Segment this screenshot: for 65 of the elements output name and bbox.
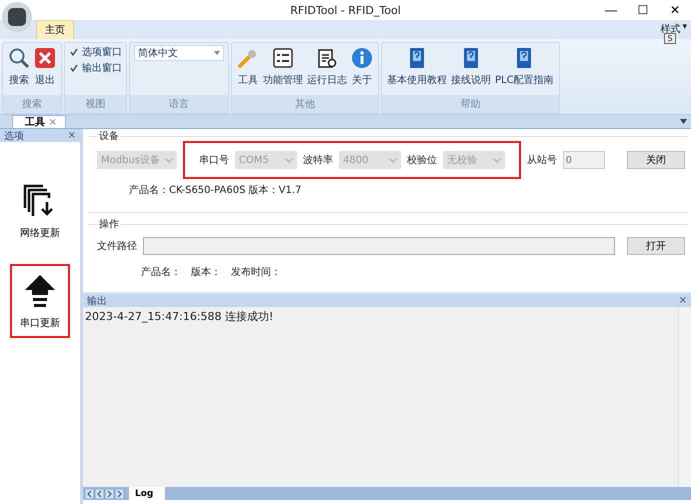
product-info: 产品名：CK-S650-PA60S 版本：V1.7 xyxy=(129,184,302,197)
app-logo-icon[interactable] xyxy=(2,2,32,32)
ribbon-tab[interactable]: 主页 xyxy=(36,20,74,39)
ribbon-button[interactable]: 功能管理 xyxy=(262,45,304,93)
field-label: 文件路径 xyxy=(97,240,137,253)
scrollbar[interactable] xyxy=(678,307,691,487)
option-item[interactable]: 网络更新 xyxy=(10,174,70,248)
caret-icon xyxy=(165,158,173,162)
caret-icon xyxy=(493,158,501,162)
key-tip: S xyxy=(664,33,676,44)
group-title: 操作 xyxy=(98,218,120,231)
window-control-button[interactable]: — xyxy=(595,0,627,20)
file-path-input[interactable] xyxy=(143,237,615,255)
log-tab[interactable]: Log xyxy=(129,487,166,500)
group-label: 视图 xyxy=(65,95,126,113)
field-label: 波特率 xyxy=(303,154,333,167)
ribbon-button[interactable]: 关于 xyxy=(350,45,374,93)
caret-icon[interactable] xyxy=(680,119,687,124)
group-title: 设备 xyxy=(98,130,120,143)
ribbon-checkbox[interactable]: 选项窗口 xyxy=(69,45,122,59)
ribbon-button[interactable]: 运行日志 xyxy=(306,45,348,93)
close-port-button[interactable]: 关闭 xyxy=(627,151,685,169)
caret-icon[interactable]: ▾ xyxy=(682,22,687,32)
field-label: 从站号 xyxy=(527,154,557,167)
window-control-button[interactable]: ✕ xyxy=(659,0,691,20)
search-icon xyxy=(8,47,30,69)
info-label: 产品名： xyxy=(141,266,181,279)
checkbox[interactable] xyxy=(69,47,79,57)
tab-navigation-icon[interactable] xyxy=(85,488,125,498)
group-label: 语言 xyxy=(130,95,228,113)
window-control-button[interactable]: ☐ xyxy=(627,0,659,20)
caret-icon xyxy=(389,158,397,162)
ribbon-button[interactable]: 接线说明 xyxy=(450,45,492,93)
checkbox[interactable] xyxy=(69,63,79,73)
ribbon-button[interactable]: PLC配置指南 xyxy=(494,45,555,93)
panel-title: 选项 xyxy=(4,130,24,142)
option-item[interactable]: 串口更新 xyxy=(10,264,70,338)
document-gear-icon xyxy=(316,47,338,69)
info-icon xyxy=(351,47,373,69)
ribbon-button[interactable]: 基本使用教程 xyxy=(386,45,448,93)
caret-icon xyxy=(285,158,293,162)
panel-title: 输出 xyxy=(87,294,107,308)
language-dropdown[interactable]: 简体中文 xyxy=(134,45,224,61)
style-menu[interactable]: 样式 xyxy=(660,22,680,36)
list-icon xyxy=(272,47,294,69)
log-line: 2023-4-27_15:47:16:588 连接成功! xyxy=(85,309,274,324)
window-title: RFIDTool - RFID_Tool xyxy=(290,4,401,16)
group-label: 搜索 xyxy=(3,95,61,113)
field-label: 串口号 xyxy=(199,154,229,167)
wrench-icon xyxy=(237,47,259,69)
group-label: 其他 xyxy=(232,95,378,113)
ribbon-button[interactable]: 工具 xyxy=(236,45,260,93)
close-icon xyxy=(34,47,56,69)
document-tab[interactable]: 工具 × xyxy=(12,115,66,128)
open-button[interactable]: 打开 xyxy=(627,237,685,255)
caret-icon xyxy=(214,51,220,55)
ribbon-button[interactable]: 退出 xyxy=(33,45,57,93)
ribbon-button[interactable]: 搜索 xyxy=(7,45,31,93)
info-label: 发布时间： xyxy=(231,266,281,279)
ribbon-checkbox[interactable]: 输出窗口 xyxy=(69,61,122,75)
field-label: 校验位 xyxy=(407,154,437,167)
info-label: 版本： xyxy=(191,266,221,279)
group-label: 帮助 xyxy=(382,95,559,113)
close-icon[interactable]: × xyxy=(678,295,687,306)
close-icon[interactable]: × xyxy=(68,130,76,141)
